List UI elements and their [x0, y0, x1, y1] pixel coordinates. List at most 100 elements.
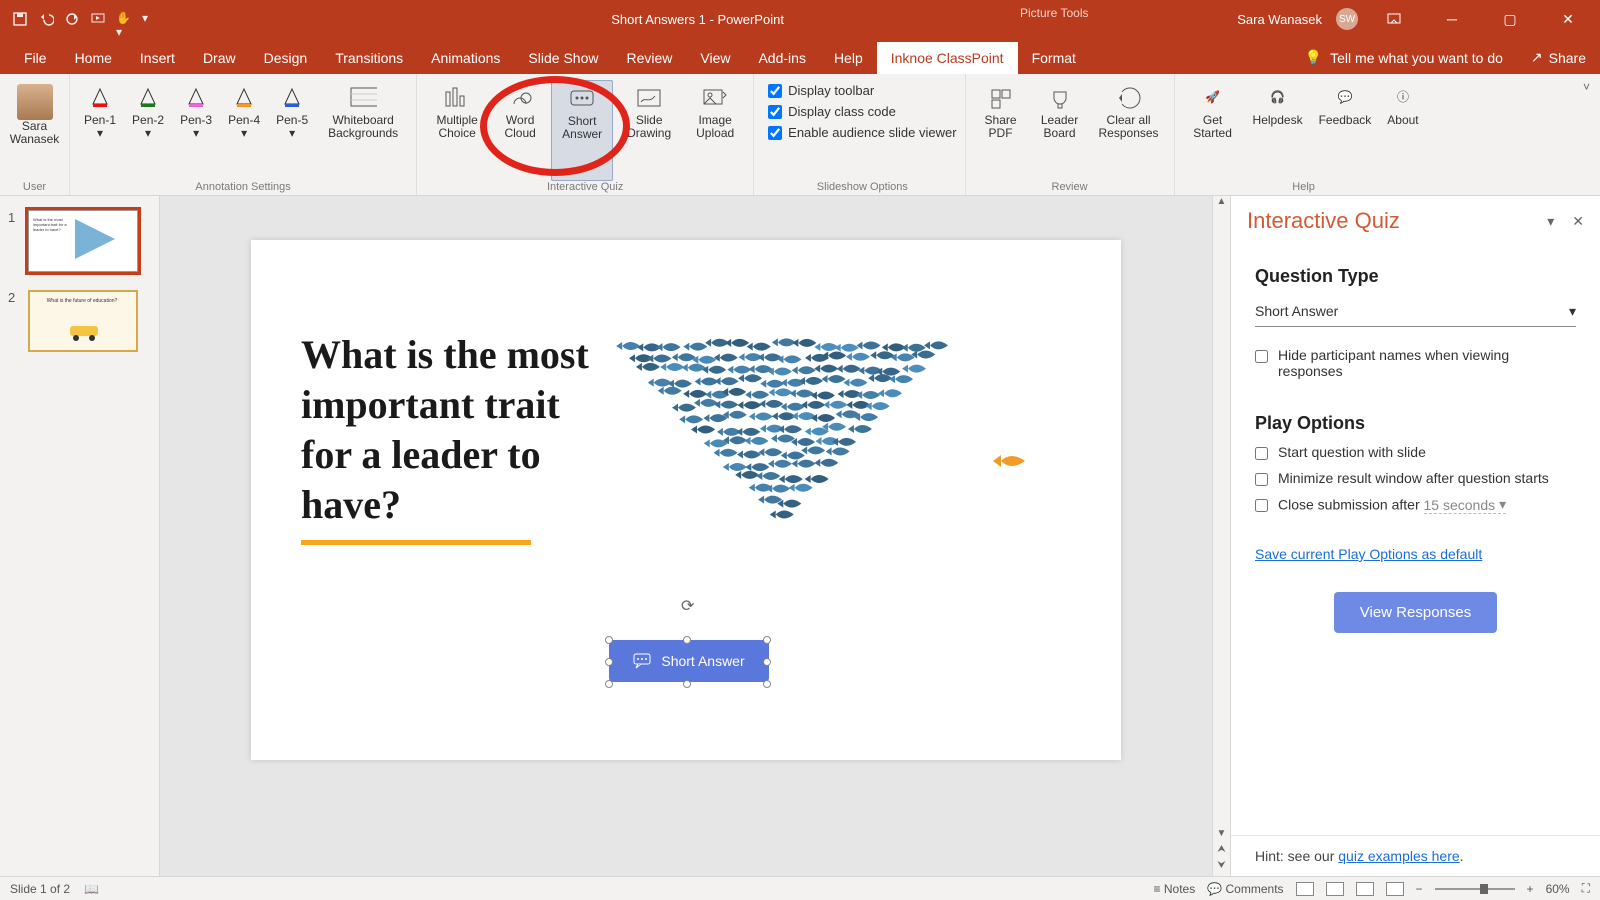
panel-close-icon[interactable]: ✕	[1572, 213, 1584, 230]
tab-review[interactable]: Review	[612, 42, 686, 74]
pen-4-button[interactable]: Pen-4▾	[222, 80, 266, 181]
slideshow-view-icon[interactable]	[1386, 882, 1404, 896]
tab-animations[interactable]: Animations	[417, 42, 514, 74]
zoom-in-icon[interactable]: +	[1527, 882, 1534, 896]
thumbnail-slide-1[interactable]: 1 What is the most important trait for a…	[8, 210, 151, 272]
about-button[interactable]: ⓘAbout	[1381, 80, 1424, 181]
image-upload-button[interactable]: Image Upload	[685, 80, 745, 181]
whiteboard-backgrounds-button[interactable]: Whiteboard Backgrounds	[318, 80, 408, 181]
enable-audience-viewer-checkbox[interactable]: Enable audience slide viewer	[768, 122, 956, 143]
pen-1-button[interactable]: Pen-1▾	[78, 80, 122, 181]
resize-handle[interactable]	[605, 636, 613, 644]
slide-editor[interactable]: What is the most important trait for a l…	[160, 196, 1212, 876]
status-bar: Slide 1 of 2 📖 ≡ Notes 💬 Comments − + 60…	[0, 876, 1600, 900]
start-with-slide-checkbox[interactable]: Start question with slide	[1255, 444, 1576, 460]
fish-school-image[interactable]	[611, 320, 1061, 650]
quiz-examples-link[interactable]: quiz examples here	[1338, 848, 1459, 864]
tab-addins[interactable]: Add-ins	[744, 42, 819, 74]
tab-home[interactable]: Home	[61, 42, 126, 74]
slide-canvas[interactable]: What is the most important trait for a l…	[251, 240, 1121, 760]
comments-toggle[interactable]: 💬 Comments	[1207, 882, 1283, 896]
tab-file[interactable]: File	[10, 42, 61, 74]
tab-slideshow[interactable]: Slide Show	[514, 42, 612, 74]
tab-format[interactable]: Format	[1018, 42, 1090, 74]
slide-drawing-button[interactable]: Slide Drawing	[617, 80, 681, 181]
resize-handle[interactable]	[605, 658, 613, 666]
play-options-heading: Play Options	[1255, 413, 1576, 434]
tab-inknoe-classpoint[interactable]: Inknoe ClassPoint	[877, 42, 1018, 74]
minimize-result-checkbox[interactable]: Minimize result window after question st…	[1255, 470, 1576, 486]
helpdesk-button[interactable]: 🎧Helpdesk	[1247, 80, 1309, 181]
user-profile-button[interactable]: Sara Wanasek	[1, 80, 69, 181]
panel-options-icon[interactable]: ▾	[1547, 213, 1554, 230]
resize-handle[interactable]	[683, 636, 691, 644]
tab-help[interactable]: Help	[820, 42, 877, 74]
slide-thumbnails-pane[interactable]: 1 What is the most important trait for a…	[0, 196, 160, 876]
tab-insert[interactable]: Insert	[126, 42, 189, 74]
pen-5-button[interactable]: Pen-5▾	[270, 80, 314, 181]
customize-qat-icon[interactable]: ▾	[142, 11, 158, 27]
zoom-out-icon[interactable]: −	[1416, 882, 1423, 896]
get-started-button[interactable]: 🚀Get Started	[1183, 80, 1243, 181]
close-seconds-select[interactable]: 15 seconds ▾	[1424, 496, 1507, 514]
share-button[interactable]: ↗ Share	[1517, 41, 1600, 74]
feedback-button[interactable]: 💬Feedback	[1313, 80, 1378, 181]
next-slide-icon[interactable]: ⮟	[1217, 860, 1226, 876]
start-from-beginning-icon[interactable]	[90, 11, 106, 27]
pen-2-button[interactable]: Pen-2▾	[126, 80, 170, 181]
resize-handle[interactable]	[605, 680, 613, 688]
scroll-down-icon[interactable]: ▼	[1217, 828, 1227, 844]
tell-me-search[interactable]: 💡 Tell me what you want to do	[1291, 41, 1517, 74]
multiple-choice-button[interactable]: Multiple Choice	[425, 80, 489, 181]
slide-counter[interactable]: Slide 1 of 2	[10, 882, 70, 896]
account-avatar[interactable]: SW	[1336, 8, 1358, 30]
display-toolbar-checkbox[interactable]: Display toolbar	[768, 80, 874, 101]
display-class-code-checkbox[interactable]: Display class code	[768, 101, 896, 122]
redo-icon[interactable]	[64, 11, 80, 27]
short-answer-button[interactable]: Short Answer	[551, 80, 613, 181]
account-name[interactable]: Sara Wanasek	[1237, 12, 1322, 27]
tab-design[interactable]: Design	[250, 42, 322, 74]
resize-handle[interactable]	[763, 680, 771, 688]
word-cloud-button[interactable]: Word Cloud	[493, 80, 547, 181]
hide-names-checkbox[interactable]: Hide participant names when viewing resp…	[1255, 347, 1576, 379]
fit-to-window-icon[interactable]: ⛶	[1582, 881, 1590, 896]
notes-toggle[interactable]: ≡ Notes	[1154, 882, 1196, 896]
share-pdf-button[interactable]: Share PDF	[974, 80, 1028, 181]
slide-sorter-view-icon[interactable]	[1326, 882, 1344, 896]
zoom-level[interactable]: 60%	[1546, 882, 1570, 896]
tab-view[interactable]: View	[686, 42, 744, 74]
save-options-link[interactable]: Save current Play Options as default	[1255, 546, 1482, 562]
prev-slide-icon[interactable]: ⮝	[1217, 844, 1226, 860]
maximize-button[interactable]: ▢	[1488, 0, 1532, 38]
spellcheck-icon[interactable]: 📖	[84, 882, 99, 896]
context-tab-label[interactable]: Picture Tools	[1020, 6, 1088, 20]
reading-view-icon[interactable]	[1356, 882, 1374, 896]
close-button[interactable]: ✕	[1546, 0, 1590, 38]
leader-board-button[interactable]: Leader Board	[1032, 80, 1088, 181]
minimize-button[interactable]: ─	[1430, 0, 1474, 38]
zoom-slider[interactable]	[1435, 888, 1515, 890]
resize-handle[interactable]	[683, 680, 691, 688]
save-icon[interactable]	[12, 11, 28, 27]
clear-all-responses-button[interactable]: Clear all Responses	[1092, 80, 1166, 181]
vertical-scrollbar[interactable]: ▲ ▼ ⮝ ⮟	[1212, 196, 1230, 876]
slide-question-text[interactable]: What is the most important trait for a l…	[301, 330, 601, 530]
resize-handle[interactable]	[763, 658, 771, 666]
pen-3-button[interactable]: Pen-3▾	[174, 80, 218, 181]
rotate-handle[interactable]: ⟳	[681, 596, 697, 612]
scroll-up-icon[interactable]: ▲	[1217, 196, 1227, 212]
ribbon-display-options-icon[interactable]	[1372, 0, 1416, 38]
resize-handle[interactable]	[763, 636, 771, 644]
view-responses-button[interactable]: View Responses	[1334, 592, 1497, 633]
tab-draw[interactable]: Draw	[189, 42, 250, 74]
short-answer-object[interactable]: Short Answer	[609, 640, 769, 682]
normal-view-icon[interactable]	[1296, 882, 1314, 896]
close-submission-checkbox[interactable]: Close submission after 15 seconds ▾	[1255, 496, 1576, 514]
undo-icon[interactable]	[38, 11, 54, 27]
thumbnail-slide-2[interactable]: 2 What is the future of education?	[8, 290, 151, 352]
tab-transitions[interactable]: Transitions	[321, 42, 417, 74]
touch-mode-icon[interactable]: ✋▾	[116, 11, 132, 27]
question-type-select[interactable]: Short Answer ▾	[1255, 297, 1576, 327]
collapse-ribbon-icon[interactable]: ˅	[1583, 80, 1590, 94]
